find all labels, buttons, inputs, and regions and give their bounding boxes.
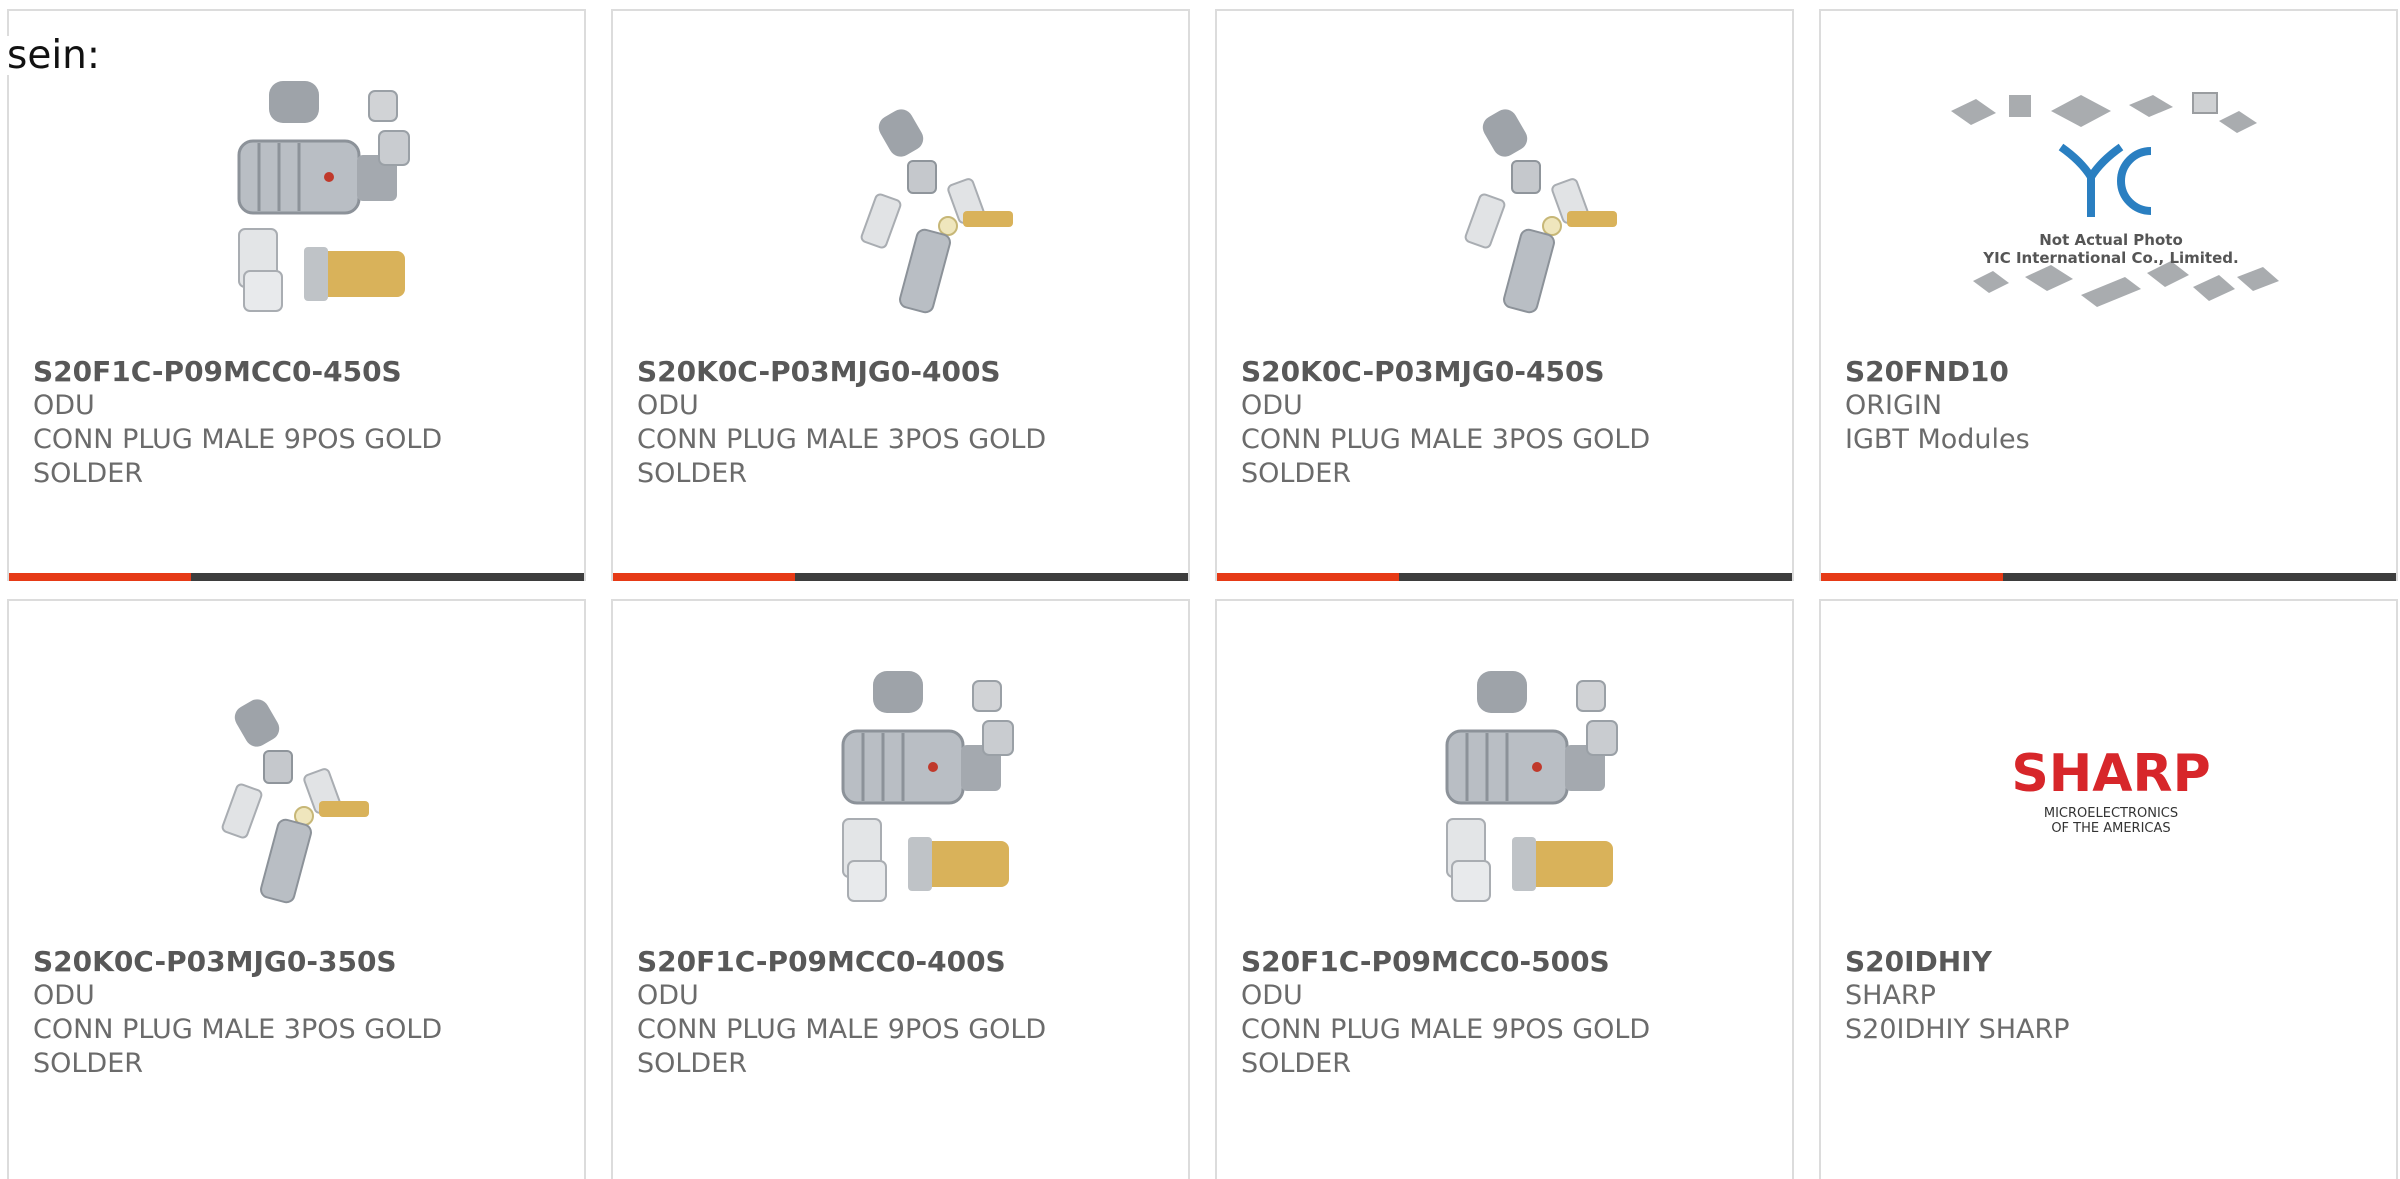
product-image-3pos-connector[interactable] — [693, 81, 1113, 321]
description: IGBT Modules — [1845, 424, 2030, 455]
placeholder-image[interactable]: Not Actual Photo YIC International Co., … — [1901, 81, 2321, 321]
part-number[interactable]: S20F1C-P09MCC0-500S — [1241, 945, 1761, 979]
part-number[interactable]: S20K0C-P03MJG0-400S — [637, 355, 1157, 389]
manufacturer: ODU — [637, 390, 699, 421]
product-card[interactable]: S20K0C-P03MJG0-400S ODU CONN PLUG MALE 3… — [611, 9, 1190, 581]
card-accent-bar — [613, 573, 1188, 581]
description: CONN PLUG MALE 3POS GOLD SOLDER — [1241, 424, 1651, 489]
product-image-3pos-connector[interactable] — [1297, 81, 1717, 321]
part-number[interactable]: S20IDHIY — [1845, 945, 2365, 979]
sharp-logo-image[interactable]: SHARP MICROELECTRONICS OF THE AMERICAS — [1901, 671, 2321, 911]
product-card[interactable]: Not Actual Photo YIC International Co., … — [1819, 9, 2398, 581]
sharp-logo-subline-1: MICROELECTRONICS — [2044, 806, 2178, 821]
manufacturer: ORIGIN — [1845, 390, 1943, 421]
intro-text-fragment: sein: — [7, 36, 105, 75]
manufacturer: ODU — [1241, 390, 1303, 421]
description: CONN PLUG MALE 9POS GOLD SOLDER — [33, 424, 443, 489]
product-image-9pos-connector[interactable] — [1297, 671, 1717, 911]
placeholder-company: YIC International Co., Limited. — [1982, 249, 2238, 267]
product-image-3pos-connector[interactable] — [89, 671, 509, 911]
product-card[interactable]: S20F1C-P09MCC0-500S ODU CONN PLUG MALE 9… — [1215, 599, 1794, 1179]
part-number[interactable]: S20F1C-P09MCC0-400S — [637, 945, 1157, 979]
placeholder-caption: Not Actual Photo — [2039, 231, 2183, 249]
manufacturer: ODU — [33, 390, 95, 421]
product-card[interactable]: S20K0C-P03MJG0-350S ODU CONN PLUG MALE 3… — [7, 599, 586, 1179]
description: CONN PLUG MALE 9POS GOLD SOLDER — [637, 1014, 1047, 1079]
product-image-9pos-connector[interactable] — [89, 81, 509, 321]
sharp-logo-wordmark: SHARP — [2011, 744, 2210, 804]
sharp-logo-subline-2: OF THE AMERICAS — [2051, 821, 2170, 836]
card-accent-bar — [1821, 573, 2396, 581]
part-number[interactable]: S20F1C-P09MCC0-450S — [33, 355, 553, 389]
description: CONN PLUG MALE 9POS GOLD SOLDER — [1241, 1014, 1651, 1079]
card-accent-bar — [9, 573, 584, 581]
manufacturer: SHARP — [1845, 980, 1936, 1011]
description: S20IDHIY SHARP — [1845, 1014, 2070, 1045]
card-accent-bar — [1217, 573, 1792, 581]
manufacturer: ODU — [1241, 980, 1303, 1011]
product-card[interactable]: S20F1C-P09MCC0-400S ODU CONN PLUG MALE 9… — [611, 599, 1190, 1179]
manufacturer: ODU — [33, 980, 95, 1011]
product-image-9pos-connector[interactable] — [693, 671, 1113, 911]
part-number[interactable]: S20FND10 — [1845, 355, 2365, 389]
manufacturer: ODU — [637, 980, 699, 1011]
product-card[interactable]: S20F1C-P09MCC0-450S ODU CONN PLUG MALE 9… — [7, 9, 586, 581]
part-number[interactable]: S20K0C-P03MJG0-350S — [33, 945, 553, 979]
product-card[interactable]: SHARP MICROELECTRONICS OF THE AMERICAS S… — [1819, 599, 2398, 1179]
description: CONN PLUG MALE 3POS GOLD SOLDER — [33, 1014, 443, 1079]
description: CONN PLUG MALE 3POS GOLD SOLDER — [637, 424, 1047, 489]
part-number[interactable]: S20K0C-P03MJG0-450S — [1241, 355, 1761, 389]
product-card[interactable]: S20K0C-P03MJG0-450S ODU CONN PLUG MALE 3… — [1215, 9, 1794, 581]
